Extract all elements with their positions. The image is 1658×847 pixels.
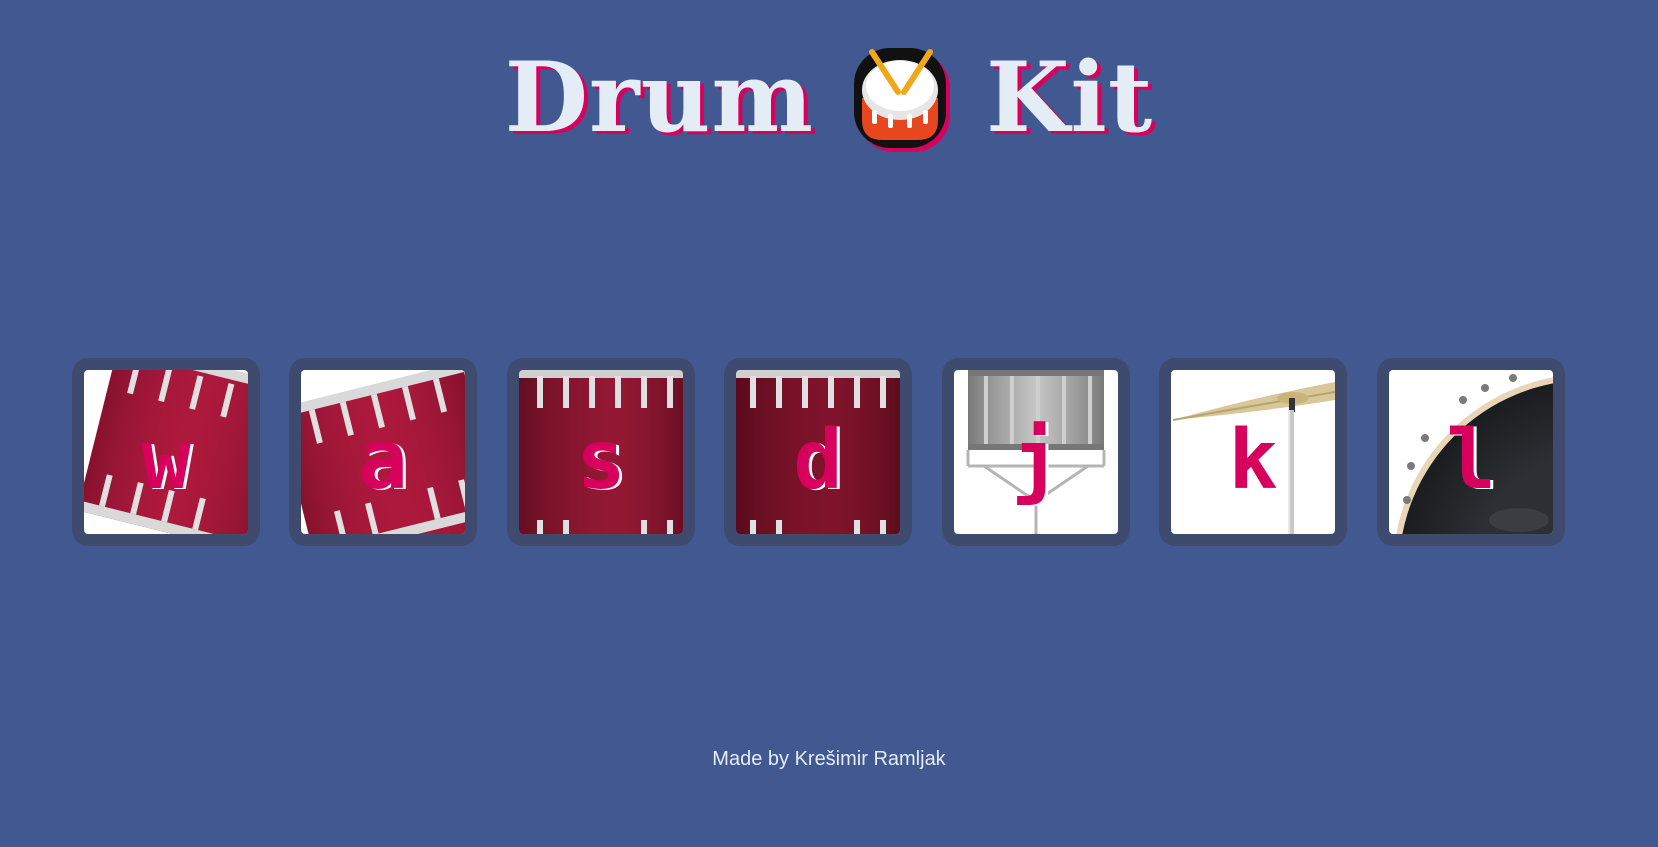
page-title: Drum Kit: [0, 30, 1658, 158]
drum-button-k[interactable]: k: [1159, 358, 1347, 546]
crash-image: k: [1171, 370, 1335, 534]
drum-key-label: j: [1011, 413, 1061, 508]
tom-4-image: d: [736, 370, 900, 534]
drum-button-d[interactable]: d: [724, 358, 912, 546]
drum-set: w a s d j k l: [72, 358, 1572, 548]
drum-button-w[interactable]: w: [72, 358, 260, 546]
drum-emoji-icon: [852, 40, 956, 156]
title-kit: Kit: [985, 41, 1154, 155]
tom-2-image: a: [301, 370, 465, 534]
drum-key-label: w: [141, 413, 191, 508]
drum-key-label: k: [1228, 413, 1278, 508]
tom-3-image: s: [519, 370, 683, 534]
drum-key-label: s: [576, 413, 626, 508]
drum-key-label: d: [793, 413, 843, 508]
drum-button-s[interactable]: s: [507, 358, 695, 546]
drum-key-label: l: [1446, 413, 1496, 508]
drum-key-label: a: [358, 413, 408, 508]
footer-credit: Made by Krešimir Ramljak: [712, 748, 946, 770]
drum-button-l[interactable]: l: [1377, 358, 1565, 546]
drum-button-j[interactable]: j: [942, 358, 1130, 546]
title-drum: Drum: [504, 41, 814, 155]
drum-button-a[interactable]: a: [289, 358, 477, 546]
tom-1-image: w: [84, 370, 248, 534]
kick-bass-image: l: [1389, 370, 1553, 534]
snare-image: j: [954, 370, 1118, 534]
